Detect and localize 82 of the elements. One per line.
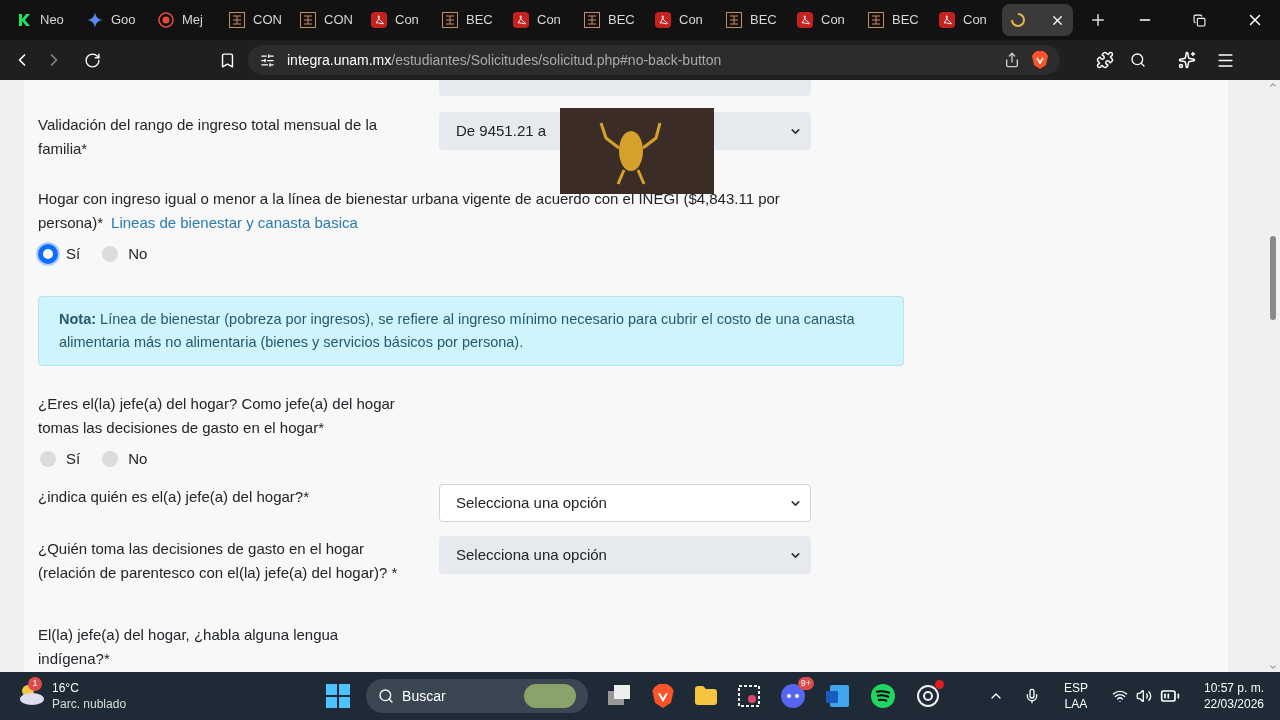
crest-icon bbox=[584, 12, 600, 28]
radio-button[interactable] bbox=[38, 244, 58, 265]
help-link[interactable]: Lineas de bienestar y canasta basica bbox=[111, 214, 358, 231]
recorder-app-icon[interactable] bbox=[916, 684, 941, 708]
radio-button[interactable] bbox=[102, 450, 119, 467]
k-logo-icon bbox=[16, 12, 32, 28]
field-label: ¿Eres el(la) jefe(a) del hogar? Como jefe(a) del hogar tomas las decisiones de gasto en el hogar* bbox=[38, 393, 396, 438]
pdf-icon bbox=[939, 12, 955, 28]
radio-label: Sí bbox=[66, 244, 81, 264]
snipping-tool-icon[interactable] bbox=[738, 685, 761, 707]
lion-shield-icon[interactable] bbox=[1032, 51, 1048, 69]
pdf-icon bbox=[797, 12, 813, 28]
video-popup-dialog[interactable] bbox=[560, 108, 714, 194]
sparkle-icon[interactable] bbox=[1178, 51, 1196, 69]
pdf-icon bbox=[513, 12, 529, 28]
browser-tab[interactable]: CON bbox=[292, 4, 363, 36]
radio-button[interactable] bbox=[40, 450, 56, 467]
field-label: ¿indica quién es el(a) jefe(a) del hogar?* bbox=[38, 487, 310, 507]
bookmark-icon[interactable] bbox=[219, 51, 236, 69]
browser-tab[interactable]: Con bbox=[931, 4, 1002, 36]
new-tab-icon[interactable] bbox=[1089, 11, 1107, 29]
address-bar[interactable]: integra.unam.mx/estudiantes/Solicitudes/solicitud.php#no-back-button bbox=[248, 45, 1060, 75]
field-label: ¿Quién toma las decisiones de gasto en el hogar (relación de parentesco con el(la) jefe(a) del hogar)? * bbox=[38, 539, 399, 583]
pdf-icon bbox=[655, 12, 671, 28]
lion-shield-icon[interactable] bbox=[652, 684, 675, 708]
notification-badge: 1 bbox=[28, 677, 42, 691]
music-app-icon[interactable] bbox=[870, 683, 897, 709]
crest-icon bbox=[229, 12, 245, 28]
browser-tab[interactable]: Con bbox=[789, 4, 860, 36]
browser-tab[interactable]: BEC bbox=[860, 4, 931, 36]
browser-tab[interactable]: BEC bbox=[434, 4, 505, 36]
language-text[interactable]: ESP bbox=[1063, 680, 1088, 696]
extensions-icon[interactable] bbox=[1096, 51, 1114, 69]
search-icon[interactable] bbox=[1130, 52, 1146, 68]
browser-tab[interactable]: BEC bbox=[718, 4, 789, 36]
radio-label: No bbox=[128, 448, 148, 469]
word-app-icon[interactable] bbox=[826, 684, 851, 708]
field-label: El(la) jefe(a) del hogar, ¿habla alguna lengua indígena?* bbox=[38, 625, 340, 669]
field-label: Hogar con ingreso igual o menor a la línea de bienestar urbana vigente de acuerdo con el INEGI ($4,843.11 por persona)* Lineas de bienestar y canasta basica bbox=[38, 189, 781, 233]
scroll-up-icon[interactable] bbox=[1268, 80, 1278, 90]
clock-date[interactable]: 22/03/2026 bbox=[1203, 696, 1264, 712]
crest-icon bbox=[868, 12, 884, 28]
crest-icon bbox=[300, 12, 316, 28]
landscape-image bbox=[524, 684, 577, 708]
crest-icon bbox=[442, 12, 458, 28]
share-icon[interactable] bbox=[1004, 52, 1020, 68]
wifi-icon[interactable] bbox=[1111, 688, 1128, 704]
reload-icon[interactable] bbox=[84, 51, 101, 69]
task-view-icon[interactable] bbox=[608, 685, 633, 707]
browser-tab[interactable]: Con bbox=[505, 4, 576, 36]
shield-icon bbox=[158, 12, 174, 28]
temperature-text: 16°C bbox=[52, 680, 80, 696]
browser-tab[interactable]: BEC bbox=[576, 4, 647, 36]
dropdown-select[interactable]: Selecciona una opción bbox=[439, 484, 811, 522]
notification-badge: 9+ bbox=[797, 677, 815, 690]
clock-time[interactable]: 10:57 p. m. bbox=[1203, 680, 1264, 696]
radio-label: No bbox=[128, 244, 148, 264]
folder-icon[interactable] bbox=[694, 684, 719, 708]
browser-tab[interactable]: CON bbox=[221, 4, 292, 36]
loading-spinner-icon bbox=[1010, 12, 1026, 28]
scroll-down-icon[interactable] bbox=[1268, 662, 1278, 672]
radio-button[interactable] bbox=[102, 246, 119, 263]
site-settings-icon[interactable] bbox=[260, 52, 275, 68]
restore-icon[interactable] bbox=[1193, 13, 1206, 27]
field-label: Validación del rango de ingreso total mensual de la familia* bbox=[38, 115, 379, 159]
browser-tab[interactable]: Con bbox=[647, 4, 718, 36]
browser-tab[interactable]: Neo bbox=[8, 4, 79, 36]
crest-icon bbox=[726, 12, 742, 28]
browser-tab[interactable]: Mej bbox=[150, 4, 221, 36]
pdf-icon bbox=[371, 12, 387, 28]
radio-label: Sí bbox=[66, 448, 81, 469]
browser-tab[interactable]: Con bbox=[363, 4, 434, 36]
taskbar-search-field[interactable]: Buscar bbox=[366, 679, 589, 713]
browser-tab[interactable]: Goo bbox=[79, 4, 150, 36]
search-icon bbox=[378, 688, 395, 704]
weather-text: Parc. nublado bbox=[52, 696, 127, 712]
keyboard-layout-text[interactable]: LAA bbox=[1064, 696, 1088, 712]
windows-logo-icon[interactable] bbox=[326, 684, 351, 708]
sparkle-icon bbox=[87, 12, 103, 28]
volume-icon[interactable] bbox=[1135, 688, 1152, 704]
browser-tab[interactable] bbox=[1002, 4, 1073, 36]
note-text: Nota: Línea de bienestar (pobreza por ingresos), se refiere al ingreso mínimo necesario para cubrir el costo de una canasta alimentaria más no alimentaria (bienes y servicios básicos por persona). bbox=[59, 310, 855, 350]
